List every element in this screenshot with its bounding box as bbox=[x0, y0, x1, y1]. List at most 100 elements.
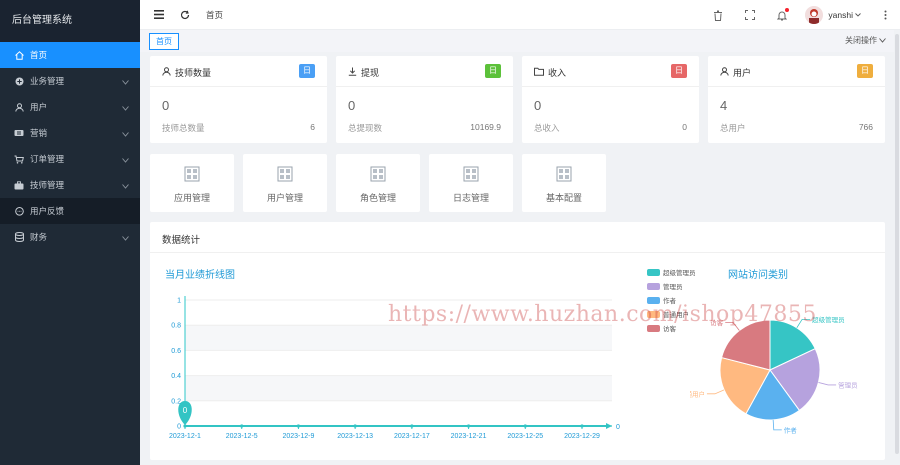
header-home-link[interactable]: 首页 bbox=[206, 9, 223, 21]
pie-chart-title: 网站访问类别 bbox=[728, 270, 788, 281]
stat-card-header: 技师数量 bbox=[162, 66, 211, 79]
sidebar-item-label: 业务管理 bbox=[30, 76, 65, 86]
sidebar-item-label: 技师管理 bbox=[30, 180, 65, 190]
legend-item[interactable]: 访客 bbox=[647, 321, 696, 335]
stat-card: 收入 日 0 总收入 0 bbox=[522, 56, 699, 143]
chevron-down-icon bbox=[122, 77, 130, 85]
period-badge: 日 bbox=[485, 64, 501, 78]
pie-slice-label: 作者 bbox=[784, 425, 798, 434]
user-icon bbox=[720, 67, 729, 78]
sidebar-item-0[interactable]: 首页 bbox=[0, 42, 140, 68]
sidebar-item-label: 订单管理 bbox=[30, 154, 65, 164]
sidebar-item-4[interactable]: 订单管理 bbox=[0, 146, 140, 172]
pie-leader-line bbox=[725, 322, 740, 331]
sidebar-item-label: 财务 bbox=[30, 232, 48, 242]
data-point bbox=[240, 424, 244, 428]
card-divider bbox=[336, 86, 513, 87]
page-scrollbar[interactable] bbox=[894, 30, 900, 465]
data-point bbox=[353, 424, 357, 428]
pie-slice-label: 普通用户 bbox=[690, 389, 705, 398]
card-divider bbox=[150, 86, 327, 87]
sidebar-item-6[interactable]: 用户反馈 bbox=[0, 198, 140, 224]
legend-swatch bbox=[647, 324, 660, 332]
legend-label: 普通用户 bbox=[663, 312, 689, 319]
quick-link-label: 基本配置 bbox=[545, 193, 582, 203]
quick-link[interactable]: 日志管理 bbox=[429, 154, 513, 212]
refresh-icon[interactable] bbox=[178, 8, 192, 22]
chat-icon bbox=[14, 206, 24, 216]
stat-card-title: 提现 bbox=[361, 68, 380, 78]
sidebar-item-1[interactable]: 业务管理 bbox=[0, 68, 140, 94]
grid-band bbox=[185, 375, 612, 401]
quick-link[interactable]: 应用管理 bbox=[150, 154, 234, 212]
bell-icon[interactable] bbox=[775, 8, 790, 22]
data-point bbox=[580, 424, 584, 428]
more-vertical-icon[interactable] bbox=[878, 8, 892, 22]
stat-card-value: 0 bbox=[162, 98, 170, 113]
chevron-down-icon[interactable] bbox=[854, 8, 862, 22]
stat-card-sub-value: 10169.9 bbox=[470, 122, 501, 132]
stat-card-sub-label: 总用户 bbox=[720, 123, 746, 133]
marker-label: 0 bbox=[183, 406, 188, 415]
pie-leader-line bbox=[772, 419, 782, 431]
close-operations-dropdown[interactable]: 关闭操作 bbox=[845, 35, 886, 46]
sidebar-item-label: 用户反馈 bbox=[30, 206, 65, 216]
trash-icon[interactable] bbox=[711, 8, 725, 22]
x-tick-label: 2023-12-29 bbox=[564, 433, 600, 440]
sidebar-item-7[interactable]: 财务 bbox=[0, 224, 140, 250]
quick-link[interactable]: 基本配置 bbox=[522, 154, 606, 212]
ticket-icon bbox=[14, 128, 24, 138]
legend-swatch bbox=[647, 282, 660, 290]
stat-card-header: 提现 bbox=[348, 66, 379, 79]
fullscreen-icon[interactable] bbox=[743, 8, 757, 22]
legend-item[interactable]: 管理员 bbox=[647, 279, 696, 293]
x-tick-label: 2023-12-17 bbox=[394, 433, 430, 440]
menu-toggle-icon[interactable] bbox=[152, 8, 166, 22]
sidebar-item-5[interactable]: 技师管理 bbox=[0, 172, 140, 198]
stat-card-sub-value: 6 bbox=[310, 122, 315, 132]
plus-circle-icon bbox=[14, 76, 24, 86]
x-tick-label: 2023-12-1 bbox=[169, 433, 201, 440]
sidebar-item-3[interactable]: 营销 bbox=[0, 120, 140, 146]
legend-item[interactable]: 超级管理员 bbox=[647, 265, 696, 279]
quick-link[interactable]: 角色管理 bbox=[336, 154, 420, 212]
header-actions: yanshi bbox=[693, 0, 892, 30]
close-operations-label: 关闭操作 bbox=[845, 36, 877, 45]
download-icon bbox=[348, 67, 357, 78]
stat-card-sub-label: 总收入 bbox=[534, 123, 560, 133]
chevron-down-icon bbox=[122, 155, 130, 163]
data-point bbox=[296, 424, 301, 428]
x-tick-label: 2023-12-5 bbox=[226, 433, 258, 440]
pie-slice-label: 管理员 bbox=[838, 380, 858, 389]
sidebar-item-2[interactable]: 用户 bbox=[0, 94, 140, 120]
top-header: 首页 yanshi bbox=[140, 0, 900, 30]
username[interactable]: yanshi bbox=[828, 10, 853, 20]
legend-label: 访客 bbox=[663, 326, 676, 333]
period-badge: 日 bbox=[299, 64, 315, 78]
stat-card: 技师数量 日 0 技师总数量 6 bbox=[150, 56, 327, 143]
quick-link-label: 用户管理 bbox=[266, 193, 303, 203]
app-grid-icon bbox=[370, 166, 386, 182]
stat-card: 用户 日 4 总用户 766 bbox=[708, 56, 885, 143]
tab-home[interactable]: 首页 bbox=[149, 32, 179, 50]
sidebar-item-label: 首页 bbox=[30, 50, 48, 60]
legend-label: 超级管理员 bbox=[663, 270, 696, 277]
scrollbar-thumb[interactable] bbox=[895, 34, 899, 454]
stat-card-sub-value: 766 bbox=[858, 122, 873, 132]
notification-dot bbox=[785, 8, 790, 12]
pie-leader-line bbox=[796, 318, 811, 328]
stat-card-sub-label: 技师总数量 bbox=[162, 123, 205, 133]
avatar[interactable] bbox=[805, 6, 824, 24]
panel-title: 数据统计 bbox=[162, 235, 201, 246]
sidebar: 后台管理系统 首页 业务管理 用户 营销 订单管理 技师管理 用户反馈 财务 bbox=[0, 0, 140, 465]
statistics-panel: 数据统计 当月业绩折线图 0 0.2 0.4 0.6 0.8 1 2023-12-1 2023… bbox=[150, 222, 885, 460]
legend-item[interactable]: 作者 bbox=[647, 293, 696, 307]
legend-item[interactable]: 普通用户 bbox=[647, 307, 696, 321]
stat-card-header: 用户 bbox=[720, 66, 751, 79]
quick-link-label: 日志管理 bbox=[452, 193, 489, 203]
quick-link[interactable]: 用户管理 bbox=[243, 154, 327, 212]
pie-slice-label: 超级管理员 bbox=[812, 315, 845, 324]
app-grid-icon bbox=[463, 166, 479, 182]
quick-link-label: 角色管理 bbox=[359, 193, 396, 203]
stat-card-title: 收入 bbox=[548, 68, 567, 78]
